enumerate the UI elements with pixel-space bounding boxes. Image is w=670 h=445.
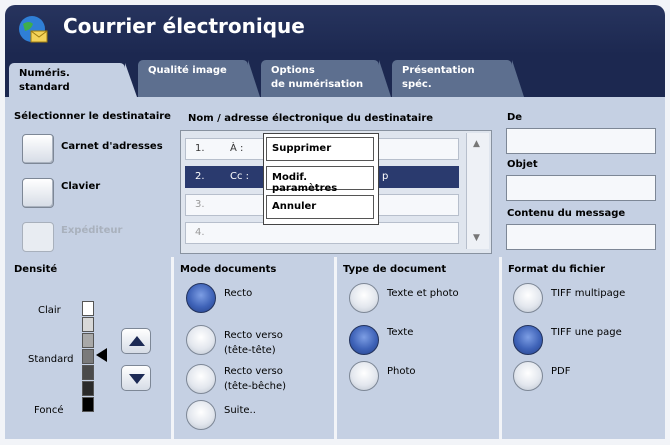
radio-recto[interactable] bbox=[186, 283, 216, 313]
email-globe-icon bbox=[19, 16, 48, 43]
option-recto-verso-tete-beche-label: Recto verso (tête-bêche) bbox=[224, 366, 287, 392]
file-format-title: Format du fichier bbox=[508, 264, 606, 275]
density-scale-segment bbox=[82, 397, 94, 412]
density-scale-segment bbox=[82, 317, 94, 332]
scroll-down-icon[interactable]: ▼ bbox=[473, 233, 480, 243]
recipient-row-trailing-text: p bbox=[382, 171, 389, 182]
radio-pdf[interactable] bbox=[513, 361, 543, 391]
message-body-field[interactable] bbox=[506, 224, 656, 250]
arrow-up-icon bbox=[129, 336, 145, 346]
sender-button[interactable] bbox=[22, 222, 54, 252]
window-title: Courrier électronique bbox=[63, 14, 305, 38]
select-recipient-title: Sélectionner le destinataire bbox=[14, 111, 171, 122]
option-tiff-une-page-label: TIFF une page bbox=[551, 327, 622, 338]
radio-texte[interactable] bbox=[349, 325, 379, 355]
option-recto-label: Recto bbox=[224, 288, 253, 299]
keyboard-label: Clavier bbox=[61, 181, 101, 192]
recipient-scrollbar[interactable]: ▲ ▼ bbox=[466, 133, 489, 249]
radio-suite[interactable] bbox=[186, 400, 216, 430]
density-scale-segment bbox=[82, 381, 94, 396]
option-pdf-label: PDF bbox=[551, 366, 571, 377]
arrow-down-icon bbox=[129, 374, 145, 384]
radio-tiff-une-page[interactable] bbox=[513, 325, 543, 355]
radio-recto-verso-tete-beche[interactable] bbox=[186, 364, 216, 394]
density-lighter-button[interactable] bbox=[121, 328, 151, 354]
scroll-up-icon[interactable]: ▲ bbox=[473, 139, 480, 149]
radio-recto-verso-tete-tete[interactable] bbox=[186, 325, 216, 355]
document-mode-title: Mode documents bbox=[180, 264, 277, 275]
radio-texte-et-photo[interactable] bbox=[349, 283, 379, 313]
recipient-row[interactable]: 4. bbox=[185, 222, 459, 244]
cancel-menu-item[interactable]: Annuler bbox=[266, 195, 374, 219]
tab-presentation-spec[interactable]: Présentation spéc. bbox=[392, 60, 524, 97]
subject-field[interactable] bbox=[506, 175, 656, 201]
from-label: De bbox=[507, 112, 523, 123]
option-texte-et-photo-label: Texte et photo bbox=[387, 288, 459, 299]
density-level-marker-icon bbox=[96, 348, 107, 362]
density-dark-label: Foncé bbox=[34, 405, 64, 416]
document-type-title: Type de document bbox=[343, 264, 447, 275]
tab-numeris-standard[interactable]: Numéris. standard bbox=[9, 63, 137, 97]
message-body-label: Contenu du message bbox=[507, 208, 626, 219]
address-book-label: Carnet d'adresses bbox=[61, 141, 163, 152]
sender-label: Expéditeur bbox=[61, 225, 123, 236]
recipient-context-menu: Supprimer Modif. paramètres Annuler bbox=[263, 133, 379, 225]
density-standard-label: Standard bbox=[28, 354, 74, 365]
delete-menu-item[interactable]: Supprimer bbox=[266, 137, 374, 161]
option-photo-label: Photo bbox=[387, 366, 416, 377]
option-tiff-multipage-label: TIFF multipage bbox=[551, 288, 626, 299]
tab-options-numerisation[interactable]: Options de numérisation bbox=[261, 60, 391, 97]
tab-strip: Numéris. standard Qualité image Options … bbox=[5, 55, 665, 97]
density-light-label: Clair bbox=[38, 305, 61, 316]
screen: Courrier électronique Numéris. standard … bbox=[0, 0, 670, 445]
radio-photo[interactable] bbox=[349, 361, 379, 391]
density-title: Densité bbox=[14, 264, 58, 275]
density-darker-button[interactable] bbox=[121, 365, 151, 391]
title-bar: Courrier électronique bbox=[5, 5, 665, 55]
from-field[interactable] bbox=[506, 128, 656, 154]
modify-settings-menu-item[interactable]: Modif. paramètres bbox=[266, 166, 374, 194]
keyboard-button[interactable] bbox=[22, 178, 54, 208]
radio-tiff-multipage[interactable] bbox=[513, 283, 543, 313]
address-book-button[interactable] bbox=[22, 134, 54, 164]
option-suite-label: Suite.. bbox=[224, 405, 256, 416]
subject-label: Objet bbox=[507, 159, 538, 170]
option-recto-verso-tete-tete-label: Recto verso (tête-tête) bbox=[224, 330, 283, 356]
tab-qualite-image[interactable]: Qualité image bbox=[138, 60, 260, 97]
density-scale-segment bbox=[82, 349, 94, 364]
density-scale-segment bbox=[82, 333, 94, 348]
density-scale-segment bbox=[82, 301, 94, 316]
density-scale-segment bbox=[82, 365, 94, 380]
option-texte-label: Texte bbox=[387, 327, 414, 338]
recipient-list-header: Nom / adresse électronique du destinatai… bbox=[188, 113, 434, 124]
